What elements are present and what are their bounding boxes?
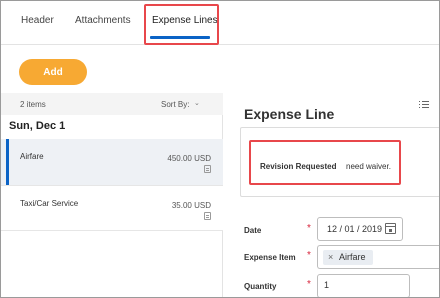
list-item[interactable]: Airfare 450.00 USD: [1, 139, 223, 185]
tab-highlight-annotation: [144, 4, 219, 45]
tab-header[interactable]: Header: [21, 15, 54, 26]
expense-item-chip: × Airfare: [323, 250, 373, 265]
list-toolbar: 2 items Sort By: ⌄: [1, 93, 223, 115]
chevron-down-icon[interactable]: ⌄: [194, 99, 200, 107]
sort-by-dropdown[interactable]: Sort By:: [161, 100, 189, 109]
items-count: 2 items: [20, 100, 46, 109]
date-group-header: Sun, Dec 1: [9, 120, 66, 132]
calendar-icon[interactable]: [385, 223, 396, 234]
list-item-name: Airfare: [20, 152, 44, 161]
tab-attachments[interactable]: Attachments: [75, 15, 131, 26]
receipt-icon: [204, 165, 211, 173]
quantity-value: 1: [324, 280, 330, 290]
required-marker: *: [307, 250, 311, 261]
quantity-label: Quantity: [244, 282, 277, 291]
list-icon[interactable]: [419, 101, 429, 109]
required-marker: *: [307, 223, 311, 234]
add-button[interactable]: Add: [19, 59, 87, 85]
date-label: Date: [244, 226, 262, 235]
expense-item-field[interactable]: × Airfare: [317, 245, 439, 269]
list-item-name: Taxi/Car Service: [20, 199, 79, 208]
section-title: Expense Line: [244, 106, 335, 122]
expense-list-pane: 2 items Sort By: ⌄ Sun, Dec 1 Airfare 45…: [1, 93, 223, 297]
date-field[interactable]: 12 / 01 / 2019: [317, 217, 403, 241]
remove-icon[interactable]: ×: [328, 250, 333, 265]
receipt-icon: [204, 212, 211, 220]
expense-item-value: Airfare: [339, 252, 366, 262]
tab-bar: Header Attachments Expense Lines: [1, 1, 439, 45]
list-item-amount: 450.00 USD: [167, 154, 211, 163]
quantity-field[interactable]: 1: [317, 274, 410, 297]
list-item-amount: 35.00 USD: [171, 201, 211, 210]
date-value: 12 / 01 / 2019: [327, 224, 383, 234]
expense-report-window: Header Attachments Expense Lines Add 2 i…: [0, 0, 440, 298]
required-marker: *: [307, 279, 311, 290]
expense-item-label: Expense Item: [244, 253, 296, 262]
selected-indicator: [6, 139, 9, 185]
expense-line-detail: Expense Line Revision Requested need wai…: [224, 93, 439, 297]
revision-highlight-annotation: [249, 140, 401, 185]
list-item[interactable]: Taxi/Car Service 35.00 USD: [1, 185, 223, 231]
